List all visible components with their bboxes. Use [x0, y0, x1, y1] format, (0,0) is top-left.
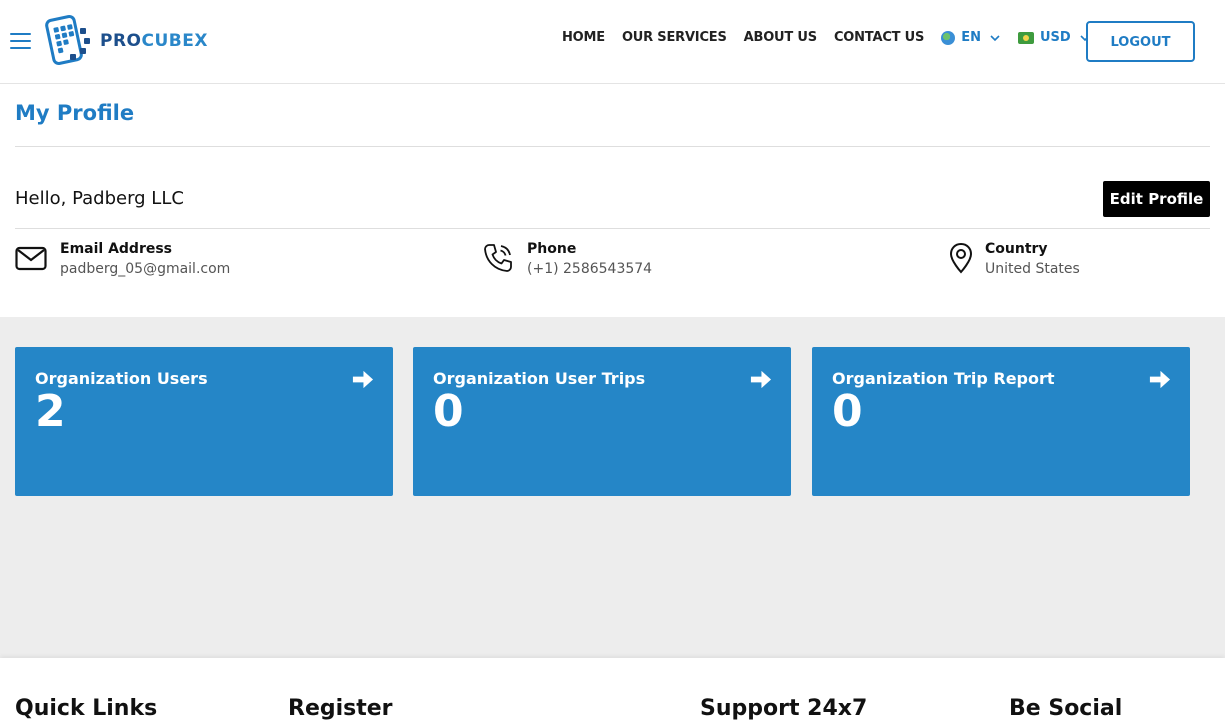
edit-profile-button[interactable]: Edit Profile	[1103, 181, 1210, 217]
arrow-right-icon[interactable]	[749, 368, 772, 391]
currency-value: USD	[1039, 30, 1071, 45]
footer-heading-quick-links: Quick Links	[15, 696, 158, 721]
email-info: Email Address padberg_05@gmail.com	[15, 240, 230, 280]
footer: Quick Links Register Support 24x7 Be Soc…	[0, 658, 1225, 722]
language-selector[interactable]: EN	[941, 30, 1001, 45]
card-organization-trip-report[interactable]: Organization Trip Report 0	[812, 347, 1190, 496]
card-organization-users[interactable]: Organization Users 2	[15, 347, 393, 496]
logout-button[interactable]: LOGOUT	[1086, 21, 1195, 62]
card-count: 2	[35, 386, 66, 437]
menu-icon[interactable]	[10, 33, 31, 50]
stats-section: Organization Users 2 Organization User T…	[0, 317, 1225, 658]
divider	[15, 146, 1210, 147]
email-value: padberg_05@gmail.com	[60, 261, 231, 277]
nav-about-us[interactable]: ABOUT US	[744, 30, 817, 45]
country-label: Country	[985, 241, 1048, 257]
nav-home[interactable]: HOME	[562, 30, 605, 45]
top-header: PROCUBEX HOME OUR SERVICES ABOUT US CONT…	[0, 0, 1225, 84]
currency-selector[interactable]: USD	[1017, 30, 1091, 45]
arrow-right-icon[interactable]	[1148, 368, 1171, 391]
brand-name-part2: CUBEX	[141, 31, 208, 51]
footer-heading-register: Register	[288, 696, 393, 721]
nav-contact-us[interactable]: CONTACT US	[834, 30, 924, 45]
greeting: Hello, Padberg LLC	[15, 188, 184, 209]
arrow-right-icon[interactable]	[351, 368, 374, 391]
country-info: Country United States	[945, 240, 1080, 280]
card-title: Organization Trip Report	[832, 369, 1055, 388]
email-label: Email Address	[60, 241, 173, 257]
mail-icon	[15, 246, 47, 271]
globe-icon	[941, 30, 956, 45]
divider	[15, 228, 1210, 229]
brand-logo[interactable]: PROCUBEX	[44, 14, 208, 66]
phone-value: (+1) 2586543574	[527, 261, 653, 277]
chevron-down-icon	[990, 34, 1000, 41]
country-value: United States	[985, 261, 1080, 277]
card-count: 0	[832, 386, 863, 437]
card-organization-user-trips[interactable]: Organization User Trips 0	[413, 347, 791, 496]
logo-cube-icon	[45, 15, 90, 65]
language-value: EN	[961, 30, 981, 45]
brand-name: PROCUBEX	[100, 31, 208, 51]
phone-label: Phone	[527, 241, 577, 257]
page-title: My Profile	[15, 101, 135, 125]
phone-icon	[484, 244, 512, 272]
brand-name-part1: PRO	[100, 31, 142, 51]
footer-heading-support: Support 24x7	[700, 696, 868, 721]
card-title: Organization User Trips	[433, 369, 646, 388]
location-pin-icon	[949, 242, 973, 274]
main-nav: HOME OUR SERVICES ABOUT US CONTACT US EN…	[562, 30, 1108, 45]
phone-info: Phone (+1) 2586543574	[482, 240, 652, 280]
card-count: 0	[433, 386, 464, 437]
cash-icon	[1017, 31, 1034, 44]
footer-heading-social: Be Social	[1009, 696, 1123, 721]
nav-our-services[interactable]: OUR SERVICES	[622, 30, 727, 45]
